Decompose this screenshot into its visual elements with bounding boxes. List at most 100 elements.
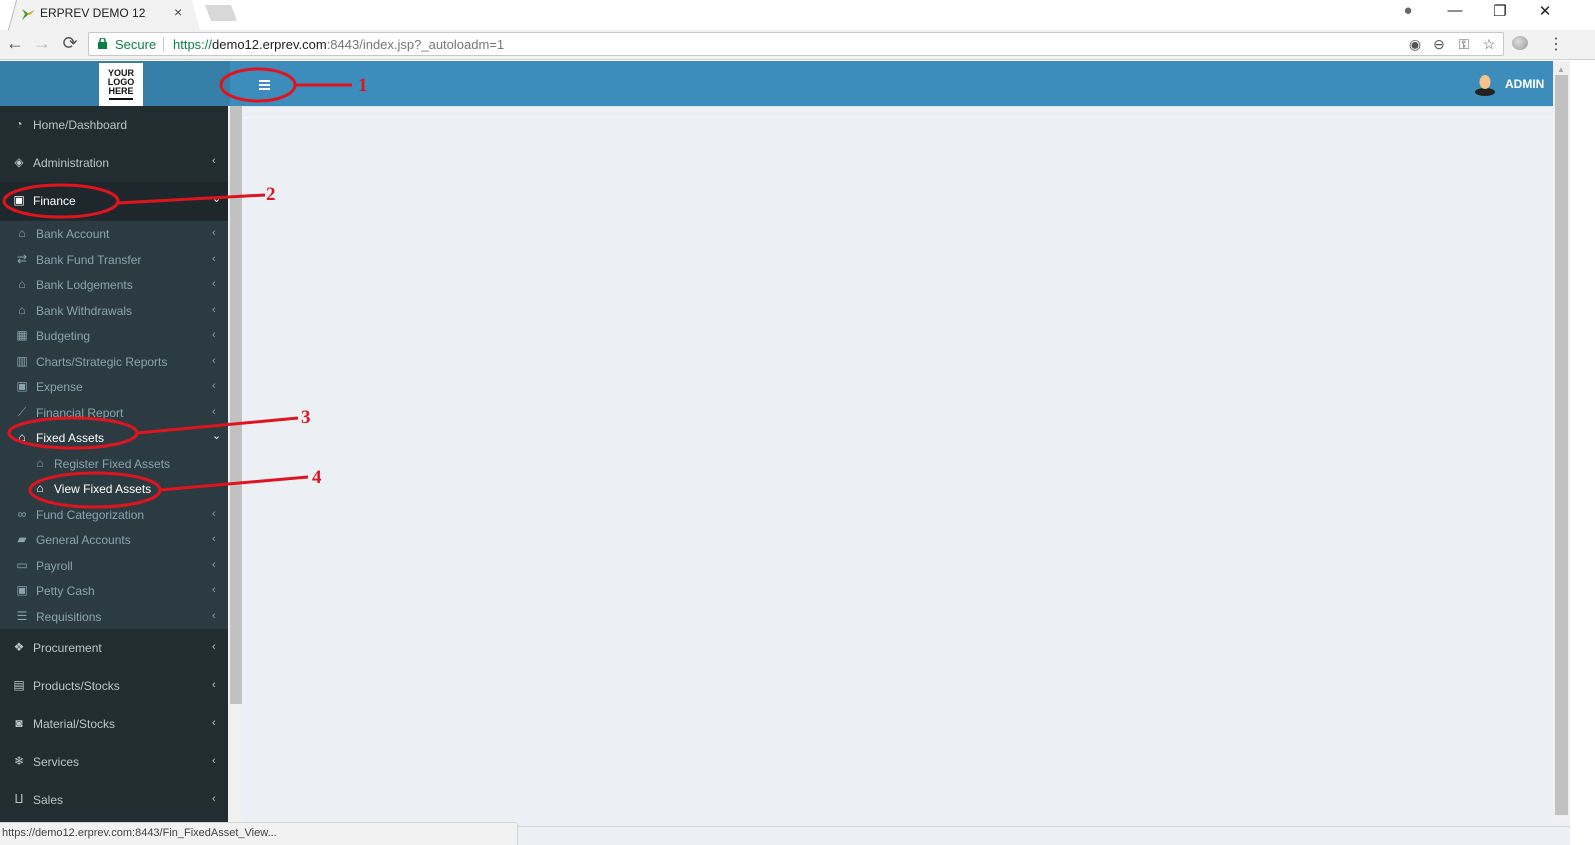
sidebar-item-services[interactable]: ❄ Services ‹ bbox=[0, 743, 228, 781]
sidebar-item-label: Requisitions bbox=[36, 609, 102, 624]
bank-icon: ⌂ bbox=[36, 455, 44, 470]
sidebar-toggle-button[interactable] bbox=[246, 61, 286, 106]
profile-icon[interactable]: ● bbox=[1393, 2, 1423, 19]
logo-underline bbox=[109, 98, 133, 100]
sidebar-item-fixed-assets[interactable]: ⌂ Fixed Assets ⌄ bbox=[0, 425, 228, 450]
sidebar-item-register-fixed-assets[interactable]: ⌂ Register Fixed Assets bbox=[0, 451, 228, 476]
bank-icon: ⌂ bbox=[18, 226, 26, 240]
chevron-left-icon: ‹ bbox=[212, 558, 216, 571]
hamburger-icon bbox=[259, 80, 270, 82]
sidebar-item-material-stocks[interactable]: ◙ Material/Stocks ‹ bbox=[0, 705, 228, 743]
building-icon: ▤ bbox=[13, 678, 25, 692]
scroll-up-icon[interactable]: ▲ bbox=[1557, 65, 1565, 74]
chevron-left-icon: ‹ bbox=[212, 717, 216, 729]
snowflake-icon: ❄ bbox=[13, 754, 25, 768]
chevron-down-icon: ⌄ bbox=[212, 193, 222, 205]
reload-icon[interactable]: ⟳ bbox=[59, 33, 81, 54]
sidebar-item-label: Register Fixed Assets bbox=[54, 456, 171, 471]
sidebar-item-products-stocks[interactable]: ▤ Products/Stocks ‹ bbox=[0, 667, 228, 705]
location-icon[interactable]: ◉ bbox=[1406, 36, 1424, 53]
forward-icon[interactable]: → bbox=[31, 33, 53, 54]
bank-icon: ⌂ bbox=[18, 430, 26, 444]
sidebar-item-fund-categorization[interactable]: ∞ Fund Categorization ‹ bbox=[0, 502, 228, 527]
chevron-left-icon: ‹ bbox=[212, 252, 216, 265]
url-scheme: https:// bbox=[173, 37, 213, 52]
chevron-left-icon: ‹ bbox=[212, 227, 216, 239]
chevron-left-icon: ‹ bbox=[212, 303, 216, 316]
page-scrollbar-thumb[interactable] bbox=[1555, 75, 1568, 815]
sidebar-item-procurement[interactable]: ❖ Procurement ‹ bbox=[0, 629, 228, 667]
back-icon[interactable]: ← bbox=[4, 33, 26, 54]
sidebar-item-label: Fund Categorization bbox=[36, 507, 145, 522]
chevron-left-icon: ‹ bbox=[212, 405, 216, 418]
sidebar-item-home-dashboard[interactable]: ◔ Home/Dashboard bbox=[0, 106, 228, 144]
money-icon: ▣ bbox=[16, 379, 28, 393]
extension-icon[interactable] bbox=[1512, 36, 1528, 50]
sidebar-item-label: Bank Fund Transfer bbox=[36, 252, 142, 267]
sidebar-item-general-accounts[interactable]: ▰ General Accounts ‹ bbox=[0, 527, 228, 552]
content-divider bbox=[244, 117, 1553, 118]
address-bar[interactable]: Secure https://demo12.erprev.com:8443/in… bbox=[88, 32, 1504, 56]
chevron-left-icon: ‹ bbox=[212, 380, 216, 392]
brand-area: YOUR LOGO HERE bbox=[0, 61, 230, 106]
company-logo[interactable]: YOUR LOGO HERE bbox=[99, 63, 143, 106]
sidebar-item-petty-cash[interactable]: ▣ Petty Cash ‹ bbox=[0, 578, 228, 603]
tab-close-icon[interactable]: × bbox=[174, 4, 182, 20]
sidebar-item-label: Products/Stocks bbox=[33, 679, 120, 693]
sidebar-item-bank-lodgements[interactable]: ⌂ Bank Lodgements ‹ bbox=[0, 272, 228, 297]
sidebar-item-bank-withdrawals[interactable]: ⌂ Bank Withdrawals ‹ bbox=[0, 298, 228, 323]
sidebar-item-payroll[interactable]: ▭ Payroll ‹ bbox=[0, 553, 228, 578]
exchange-icon: ⇄ bbox=[16, 251, 28, 266]
erprev-favicon-icon bbox=[22, 9, 35, 20]
cart-icon: ⨿ bbox=[14, 792, 24, 806]
lock-icon bbox=[98, 38, 107, 49]
chevron-left-icon: ‹ bbox=[212, 354, 216, 367]
chevron-left-icon: ‹ bbox=[212, 155, 216, 167]
browser-menu-icon[interactable]: ⋮ bbox=[1548, 34, 1564, 54]
sidebar-item-bank-account[interactable]: ⌂ Bank Account ‹ bbox=[0, 221, 228, 246]
sidebar-item-charts-strategic-reports[interactable]: ▥ Charts/Strategic Reports ‹ bbox=[0, 349, 228, 374]
bottom-divider bbox=[518, 826, 1570, 827]
sidebar-scrollbar[interactable] bbox=[228, 106, 244, 822]
credit-card-icon: ▭ bbox=[16, 557, 28, 572]
sidebar-item-label: Bank Lodgements bbox=[36, 278, 133, 292]
sidebar-item-label: Finance bbox=[33, 194, 76, 208]
minimize-icon[interactable]: — bbox=[1440, 2, 1470, 19]
ticket-icon: ◈ bbox=[14, 155, 24, 169]
bar-chart-icon: ▥ bbox=[16, 353, 28, 368]
sidebar-item-budgeting[interactable]: ▦ Budgeting ‹ bbox=[0, 323, 228, 348]
bookmark-star-icon[interactable]: ☆ bbox=[1480, 36, 1498, 53]
sidebar-item-finance[interactable]: ▣ Finance ⌄ bbox=[0, 182, 228, 220]
sidebar-item-financial-report[interactable]: ⟋ Financial Report ‹ bbox=[0, 400, 228, 425]
cubes-icon: ❖ bbox=[13, 640, 25, 654]
bank-icon: ⌂ bbox=[18, 277, 26, 291]
status-url: https://demo12.erprev.com:8443/Fin_Fixed… bbox=[2, 827, 277, 839]
sidebar-item-requisitions[interactable]: ☰ Requisitions ‹ bbox=[0, 604, 228, 629]
key-icon[interactable]: ⚿ bbox=[1455, 36, 1473, 53]
annotation-number-3: 3 bbox=[301, 407, 311, 428]
sidebar-item-label: View Fixed Assets bbox=[54, 482, 152, 496]
url-host: demo12.erprev.com bbox=[212, 37, 327, 52]
logo-line: HERE bbox=[108, 86, 134, 96]
sidebar-item-sales[interactable]: ⨿ Sales ‹ bbox=[0, 781, 228, 819]
sidebar-item-label: Expense bbox=[36, 380, 83, 394]
money-icon: ▣ bbox=[13, 193, 25, 207]
chevron-left-icon: ‹ bbox=[212, 278, 216, 290]
sidebar-scrollbar-thumb[interactable] bbox=[230, 106, 242, 704]
book-icon: ▰ bbox=[17, 532, 27, 546]
browser-status-bar: https://demo12.erprev.com:8443/Fin_Fixed… bbox=[0, 822, 518, 845]
sidebar-item-administration[interactable]: ◈ Administration ‹ bbox=[0, 144, 228, 182]
sidebar-item-expense[interactable]: ▣ Expense ‹ bbox=[0, 374, 228, 399]
chevron-left-icon: ‹ bbox=[212, 609, 216, 622]
restore-icon[interactable]: ❐ bbox=[1485, 2, 1515, 20]
chevron-left-icon: ‹ bbox=[212, 533, 216, 545]
chevron-left-icon: ‹ bbox=[212, 679, 216, 691]
zoom-icon[interactable]: ⊖ bbox=[1430, 36, 1448, 53]
url-text[interactable]: https://demo12.erprev.com:8443/index.jsp… bbox=[173, 37, 504, 52]
sidebar-item-view-fixed-assets[interactable]: ⌂ View Fixed Assets bbox=[0, 476, 228, 501]
finance-submenu: ⌂ Bank Account ‹ ⇄ Bank Fund Transfer ‹ … bbox=[0, 221, 228, 629]
new-tab-button[interactable] bbox=[205, 5, 237, 21]
close-window-icon[interactable]: ✕ bbox=[1530, 2, 1560, 20]
sidebar-item-bank-fund-transfer[interactable]: ⇄ Bank Fund Transfer ‹ bbox=[0, 247, 228, 272]
page-scrollbar[interactable]: ▲ bbox=[1553, 61, 1570, 822]
